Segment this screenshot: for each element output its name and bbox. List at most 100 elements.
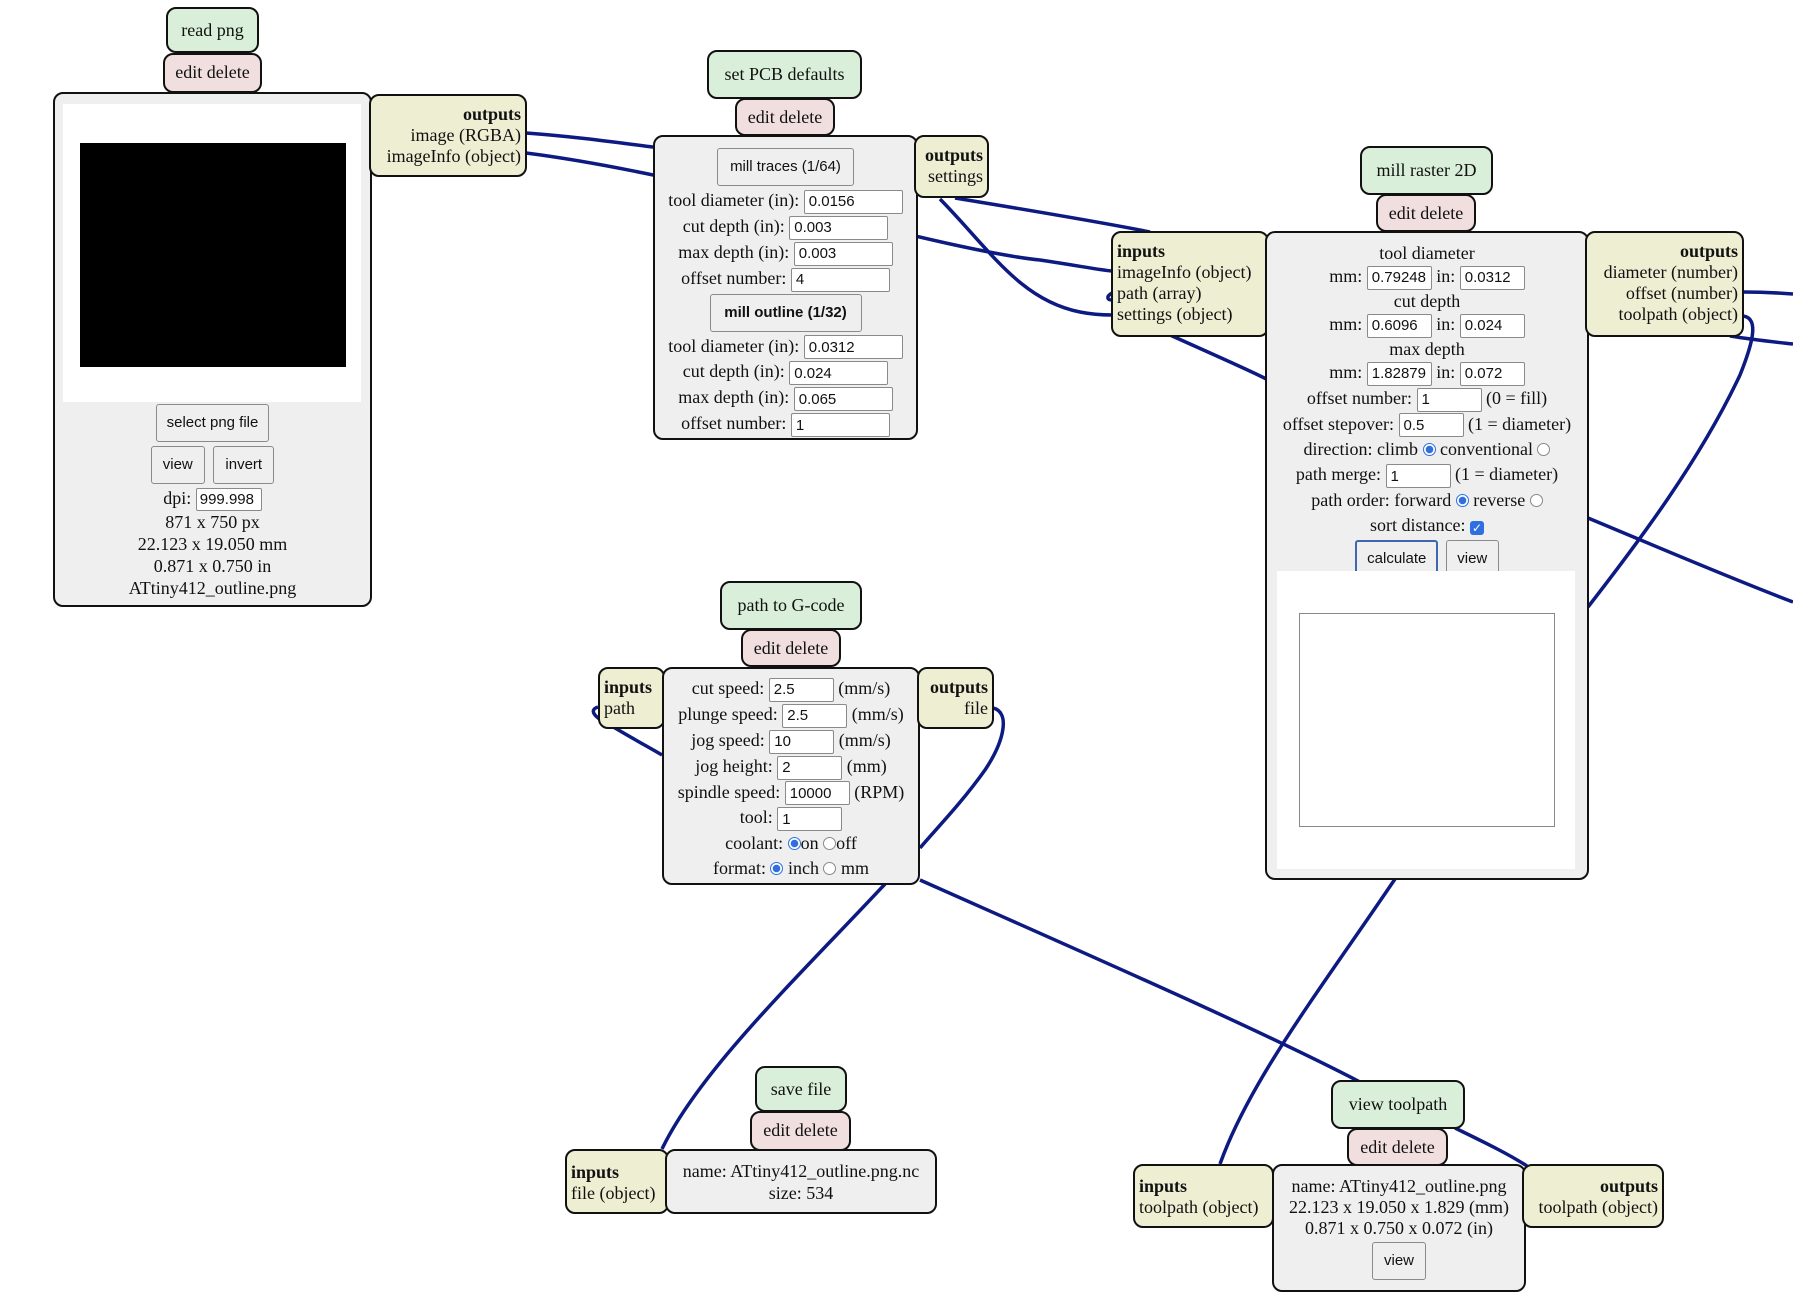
- input-port-toolpath[interactable]: toolpath (object): [1139, 1197, 1268, 1218]
- wire-gcode-to-view-toolpath[interactable]: [919, 878, 1361, 1084]
- output-port-offset[interactable]: offset (number): [1591, 283, 1738, 304]
- view-toolpath-title[interactable]: view toolpath: [1331, 1080, 1465, 1129]
- view-toolpath-edit-delete: edit delete: [1347, 1128, 1448, 1166]
- spindle-speed-input[interactable]: [784, 781, 850, 806]
- input-port-imageinfo[interactable]: imageInfo (object): [1117, 262, 1263, 283]
- input-port-file[interactable]: file (object): [571, 1183, 663, 1204]
- delete-button[interactable]: delete: [795, 1120, 838, 1140]
- size-mm: 22.123 x 19.050 mm: [137, 534, 288, 555]
- output-port-file[interactable]: file: [923, 698, 988, 719]
- toolpath-preview-outline: [1299, 613, 1555, 827]
- jog-speed-input[interactable]: [769, 729, 835, 754]
- delete-button[interactable]: delete: [785, 638, 828, 658]
- delete-button[interactable]: delete: [1392, 1137, 1435, 1157]
- path-order-forward-radio[interactable]: [1455, 494, 1469, 508]
- read-png-title[interactable]: read png: [166, 7, 259, 53]
- wire-offset-out[interactable]: [1742, 290, 1793, 296]
- save-file-title[interactable]: save file: [755, 1066, 847, 1112]
- read-png-outputs: outputs image (RGBA) imageInfo (object): [369, 94, 527, 177]
- output-port-imageinfo[interactable]: imageInfo (object): [375, 146, 521, 167]
- select-png-file-button[interactable]: select png file: [155, 404, 270, 442]
- max-depth-mm-input[interactable]: [1366, 361, 1432, 386]
- input-port-path[interactable]: path (array): [1117, 283, 1263, 304]
- delete-button[interactable]: delete: [207, 62, 250, 82]
- mill-outline-button[interactable]: mill outline (1/32): [709, 293, 862, 332]
- offset-number-input[interactable]: [1416, 387, 1482, 412]
- outline-max-depth-input[interactable]: [793, 387, 893, 412]
- format-inch-radio[interactable]: [770, 862, 784, 876]
- read-png-edit-delete: edit delete: [163, 53, 262, 93]
- coolant-on-radio[interactable]: [787, 837, 801, 851]
- mill-raster-2d-module: tool diameter mm: in: cut depth mm: in: …: [1265, 231, 1589, 880]
- wire-view-toolpath-to-output[interactable]: [1454, 1126, 1528, 1168]
- wire-toolpath-to-view[interactable]: [1586, 314, 1755, 609]
- cut-depth-mm-input[interactable]: [1366, 313, 1432, 338]
- edit-button[interactable]: edit: [1389, 203, 1416, 223]
- edit-button[interactable]: edit: [754, 638, 781, 658]
- wire-toolpath-out-right[interactable]: [1729, 334, 1793, 346]
- read-png-module: select png file view invert dpi: 871 x 7…: [53, 92, 372, 607]
- image-preview: [80, 143, 346, 367]
- sort-distance-checkbox[interactable]: ✓: [1469, 521, 1484, 536]
- coolant-label: coolant:: [725, 833, 784, 854]
- traces-cut-depth-input[interactable]: [789, 215, 889, 240]
- path-to-gcode-module: cut speed: (mm/s) plunge speed: (mm/s) j…: [662, 667, 920, 885]
- set-pcb-defaults-title[interactable]: set PCB defaults: [707, 50, 862, 99]
- delete-button[interactable]: delete: [1420, 203, 1463, 223]
- cut-depth-heading: cut depth: [1393, 290, 1461, 311]
- dpi-input[interactable]: [195, 488, 262, 512]
- offset-number-label: offset number:: [1306, 387, 1412, 408]
- wire-diagonal-right[interactable]: [1587, 516, 1793, 604]
- max-depth-label: max depth (in):: [678, 241, 790, 262]
- invert-button[interactable]: invert: [213, 446, 275, 484]
- traces-tool-diameter-input[interactable]: [803, 189, 903, 214]
- edit-button[interactable]: edit: [763, 1120, 790, 1140]
- view-button[interactable]: view: [1372, 1242, 1426, 1280]
- direction-climb-radio[interactable]: [1422, 443, 1436, 457]
- output-port-diameter[interactable]: diameter (number): [1591, 262, 1738, 283]
- input-port-path[interactable]: path: [604, 698, 659, 719]
- edit-button[interactable]: edit: [175, 62, 202, 82]
- offset-stepover-input[interactable]: [1398, 413, 1464, 438]
- max-depth-heading: max depth: [1389, 338, 1465, 359]
- plunge-speed-input[interactable]: [782, 703, 848, 728]
- wire-raster-to-path[interactable]: [1169, 333, 1269, 382]
- direction-conventional-radio[interactable]: [1537, 443, 1551, 457]
- wire-file-output[interactable]: [918, 706, 1006, 850]
- mill-raster-2d-title[interactable]: mill raster 2D: [1360, 146, 1493, 195]
- size-px: 871 x 750 px: [165, 512, 260, 533]
- delete-button[interactable]: delete: [779, 107, 822, 127]
- outline-offset-number-input[interactable]: [790, 413, 890, 437]
- output-port-toolpath[interactable]: toolpath (object): [1591, 304, 1738, 325]
- view-toolpath-inputs: inputs toolpath (object): [1133, 1164, 1274, 1228]
- tool-input[interactable]: [777, 807, 843, 832]
- max-depth-in-input[interactable]: [1459, 361, 1525, 386]
- save-file-inputs: inputs file (object): [565, 1149, 669, 1214]
- edit-button[interactable]: edit: [748, 107, 775, 127]
- tool-diameter-in-input[interactable]: [1459, 265, 1525, 290]
- cut-depth-in-input[interactable]: [1459, 313, 1525, 338]
- tool-diameter-mm-input[interactable]: [1366, 265, 1432, 290]
- jog-height-input[interactable]: [777, 755, 843, 780]
- output-port-image[interactable]: image (RGBA): [375, 125, 521, 146]
- path-to-gcode-title[interactable]: path to G-code: [720, 581, 862, 630]
- outline-cut-depth-input[interactable]: [789, 361, 889, 386]
- path-order-reverse-radio[interactable]: [1529, 494, 1543, 508]
- wire-settings-to-raster-top[interactable]: [954, 196, 1151, 234]
- traces-offset-number-input[interactable]: [790, 267, 890, 292]
- in-label: in:: [1436, 313, 1456, 334]
- outputs-heading: outputs: [462, 104, 521, 124]
- view-button[interactable]: view: [150, 446, 205, 484]
- traces-max-depth-input[interactable]: [793, 241, 893, 266]
- outline-tool-diameter-input[interactable]: [803, 335, 903, 360]
- edit-button[interactable]: edit: [1360, 1137, 1387, 1157]
- wire-image-to-set-pcb[interactable]: [525, 131, 661, 150]
- mill-traces-button[interactable]: mill traces (1/64): [717, 148, 854, 186]
- coolant-off-radio[interactable]: [823, 837, 837, 851]
- format-mm-radio[interactable]: [823, 862, 837, 876]
- output-port-settings[interactable]: settings: [920, 166, 983, 187]
- input-port-settings[interactable]: settings (object): [1117, 304, 1263, 325]
- output-port-toolpath[interactable]: toolpath (object): [1528, 1197, 1658, 1218]
- cut-speed-input[interactable]: [768, 677, 834, 702]
- path-merge-input[interactable]: [1385, 464, 1451, 489]
